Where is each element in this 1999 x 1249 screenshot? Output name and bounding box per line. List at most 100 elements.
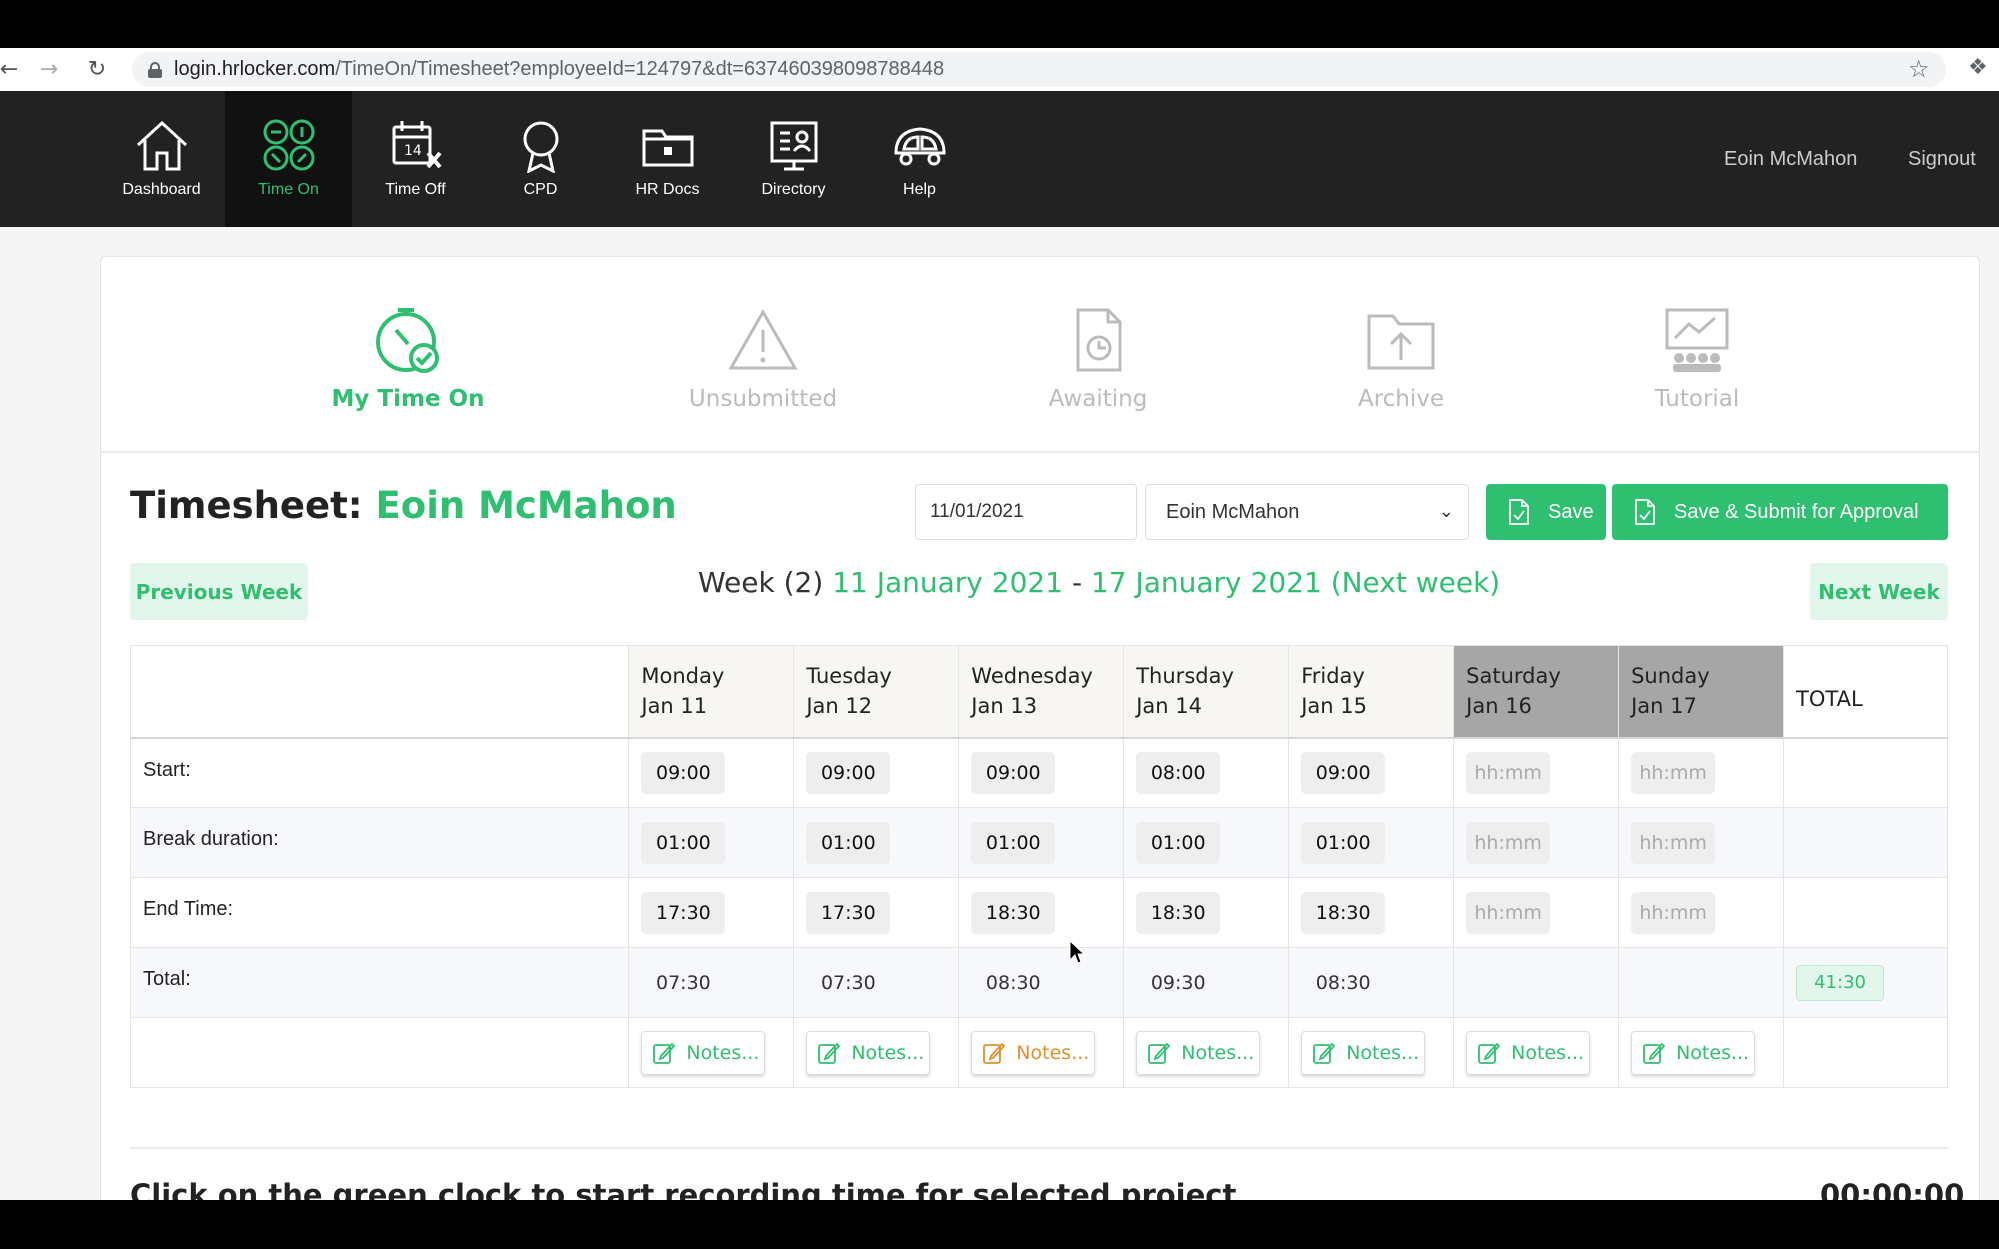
cell: 18:30 (1123, 877, 1290, 948)
table-header-row: Monday Jan 11 Tuesday Jan 12 Wednesday Jan 13… (129, 645, 1948, 739)
start-time-input[interactable]: hh:mm (1466, 751, 1551, 794)
break-time-input[interactable]: 01:00 (1301, 821, 1386, 864)
previous-week-button[interactable]: Previous Week (130, 563, 308, 620)
start-time-input[interactable]: 09:00 (1301, 751, 1386, 794)
total-cell (1783, 807, 1948, 878)
day-total-value: 07:30 (655, 971, 711, 994)
table-row-notes: Notes... Notes... Notes... Notes... Notes...… (129, 1017, 1948, 1088)
end-time-input[interactable]: 17:30 (806, 891, 891, 934)
edit-note-icon (653, 1042, 676, 1064)
document-check-icon (1635, 499, 1655, 525)
home-icon (136, 120, 187, 171)
notes-button[interactable]: Notes... (1631, 1030, 1756, 1075)
header-blank (129, 645, 630, 739)
row-label: Break duration: (129, 807, 630, 878)
day-header-tuesday: Tuesday Jan 12 (793, 645, 960, 739)
tab-unsubmitted[interactable]: Unsubmitted (643, 306, 883, 426)
day-total-value: 08:30 (985, 971, 1041, 994)
nav-label: CPD (523, 181, 558, 198)
day-date: Jan 15 (1301, 694, 1367, 719)
break-time-input[interactable]: 01:00 (806, 821, 891, 864)
save-button[interactable]: Save (1486, 484, 1606, 540)
start-time-input[interactable]: 08:00 (1136, 751, 1221, 794)
forward-arrow-icon[interactable]: → (34, 54, 64, 84)
cell (1618, 947, 1785, 1018)
week-number: Week (2) (698, 566, 824, 599)
address-bar[interactable]: login.hrlocker.com/TimeOn/Timesheet?empl… (132, 52, 1946, 87)
cell: Notes... (1453, 1017, 1620, 1088)
row-label: End Time: (129, 877, 630, 948)
start-time-input[interactable]: 09:00 (806, 751, 891, 794)
day-name: Wednesday (971, 664, 1093, 689)
break-time-input[interactable]: 01:00 (641, 821, 726, 864)
tab-my-time-on[interactable]: My Time On (288, 306, 528, 426)
nav-label: Help (903, 181, 936, 198)
cell: hh:mm (1453, 877, 1620, 948)
nav-item-cpd[interactable]: CPD (477, 91, 604, 227)
end-time-input[interactable]: 18:30 (1301, 891, 1386, 934)
total-header: TOTAL (1783, 645, 1948, 739)
next-week-button[interactable]: Next Week (1810, 563, 1948, 620)
break-time-input[interactable]: hh:mm (1466, 821, 1551, 864)
notes-button[interactable]: Notes... (971, 1030, 1096, 1075)
start-time-input[interactable]: 09:00 (641, 751, 726, 794)
time-on-icon (263, 119, 314, 171)
cell: Notes... (793, 1017, 960, 1088)
tab-awaiting[interactable]: Awaiting (978, 306, 1218, 426)
break-time-input[interactable]: hh:mm (1631, 821, 1716, 864)
end-time-input[interactable]: hh:mm (1631, 891, 1716, 934)
tab-label: My Time On (331, 386, 485, 412)
cell: 08:30 (1288, 947, 1455, 1018)
employee-select-value: Eoin McMahon (1166, 500, 1300, 523)
signout-link[interactable]: Signout (1908, 148, 1976, 171)
day-date: Jan 13 (971, 694, 1038, 719)
cell: hh:mm (1618, 807, 1785, 878)
title-employee-name: Eoin McMahon (375, 484, 677, 527)
nav-label: Dashboard (122, 181, 201, 198)
end-time-input[interactable]: hh:mm (1466, 891, 1551, 934)
nav-item-time-off[interactable]: 14 Time Off (352, 91, 479, 227)
cell: 17:30 (628, 877, 795, 948)
notes-button[interactable]: Notes... (1301, 1030, 1426, 1075)
day-header-sunday: Sunday Jan 17 (1618, 645, 1785, 739)
day-date: Jan 16 (1466, 694, 1532, 719)
break-time-input[interactable]: 01:00 (971, 821, 1056, 864)
day-name: Friday (1301, 664, 1365, 689)
directory-icon (770, 121, 817, 171)
calendar-off-icon: 14 (392, 121, 442, 169)
save-submit-button[interactable]: Save & Submit for Approval (1612, 484, 1948, 540)
start-time-input[interactable]: 09:00 (971, 751, 1056, 794)
day-name: Saturday (1466, 664, 1561, 689)
notes-button[interactable]: Notes... (1466, 1030, 1591, 1075)
nav-item-help[interactable]: Help (856, 91, 983, 227)
back-arrow-icon[interactable]: ← (0, 54, 24, 84)
url-path: /TimeOn/Timesheet?employeeId=124797&dt=6… (335, 58, 945, 80)
end-time-input[interactable]: 17:30 (641, 891, 726, 934)
tab-label: Unsubmitted (688, 386, 838, 412)
nav-item-dashboard[interactable]: Dashboard (98, 91, 225, 227)
tab-tutorial[interactable]: Tutorial (1577, 306, 1817, 426)
nav-item-time-on[interactable]: Time On (225, 91, 352, 227)
employee-select[interactable]: Eoin McMahon ⌄ (1145, 484, 1469, 540)
notes-button[interactable]: Notes... (641, 1030, 766, 1075)
nav-label: Time Off (385, 181, 446, 198)
reload-icon[interactable]: ↻ (82, 54, 112, 84)
cell: hh:mm (1618, 877, 1785, 948)
bookmark-star-icon[interactable]: ☆ (1908, 55, 1930, 83)
start-time-input[interactable]: hh:mm (1631, 751, 1716, 794)
extensions-puzzle-icon[interactable]: ❖ (1968, 55, 1988, 80)
nav-item-directory[interactable]: Directory (730, 91, 857, 227)
notes-button[interactable]: Notes... (1136, 1030, 1261, 1075)
date-input[interactable] (915, 484, 1137, 540)
end-time-input[interactable]: 18:30 (1136, 891, 1221, 934)
break-time-input[interactable]: 01:00 (1136, 821, 1221, 864)
letterbox-top (0, 0, 1999, 48)
nav-item-hr-docs[interactable]: HR Docs (604, 91, 731, 227)
nav-user-name[interactable]: Eoin McMahon (1724, 148, 1857, 171)
week-separator: - (1071, 566, 1083, 599)
notes-button[interactable]: Notes... (806, 1030, 931, 1075)
week-range-label: Week (2) 11 January 2021 - 17 January 20… (698, 566, 1500, 599)
end-time-input[interactable]: 18:30 (971, 891, 1056, 934)
tab-archive[interactable]: Archive (1281, 306, 1521, 426)
cell: 09:00 (1288, 737, 1455, 808)
